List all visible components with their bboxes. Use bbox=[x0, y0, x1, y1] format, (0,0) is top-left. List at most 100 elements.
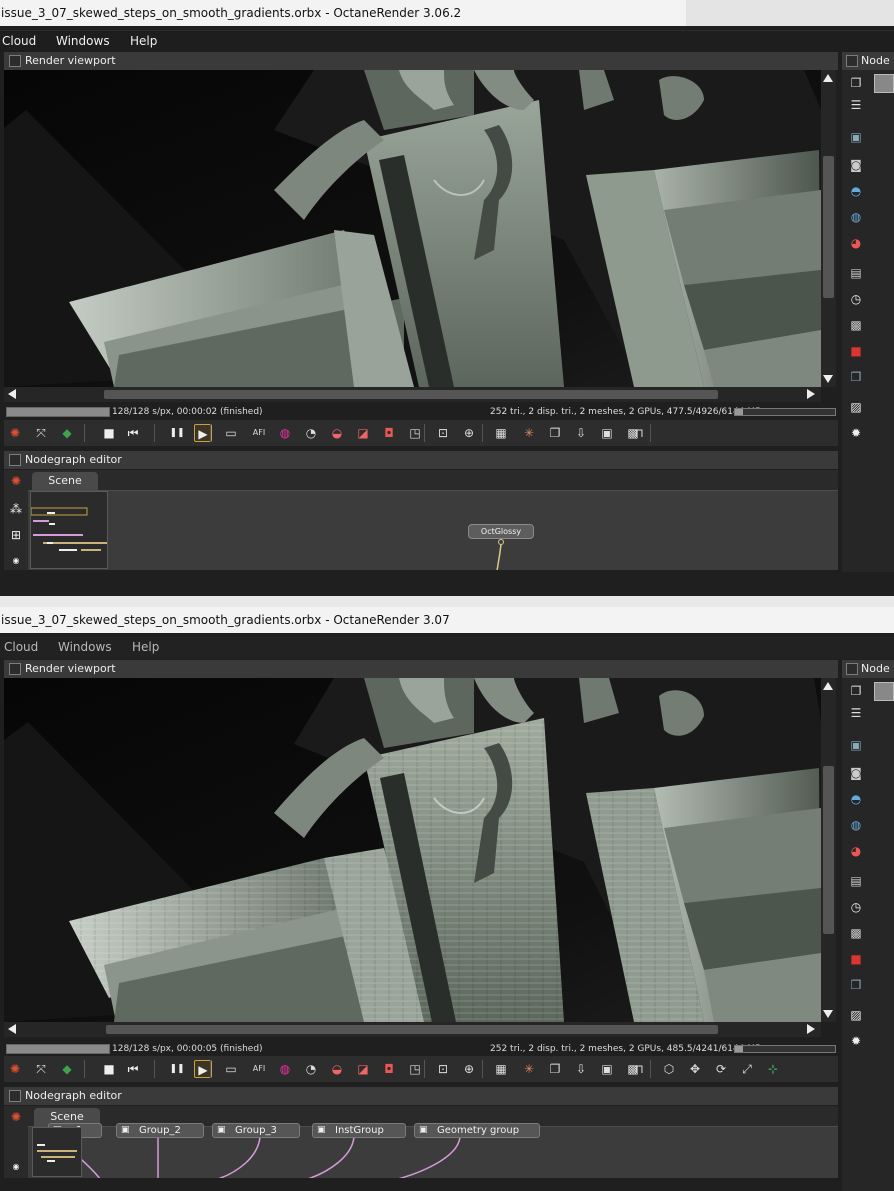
clay-mode-icon[interactable]: ✳ bbox=[520, 1060, 538, 1078]
export-icon[interactable]: ▣ bbox=[598, 424, 616, 442]
render-viewport[interactable] bbox=[4, 70, 821, 387]
material-picker-icon[interactable]: ◔ bbox=[302, 1060, 320, 1078]
node-octglossy[interactable]: OctGlossy bbox=[468, 524, 534, 539]
selected-preview-thumb[interactable] bbox=[874, 74, 894, 93]
move-icon[interactable]: ✥ bbox=[686, 1060, 704, 1078]
picture-icon[interactable]: ▨ bbox=[847, 398, 865, 416]
panel-toggle-checkbox[interactable] bbox=[846, 663, 858, 675]
color-cube-icon[interactable]: ◆ bbox=[58, 1060, 76, 1078]
list-icon[interactable]: ☰ bbox=[847, 704, 865, 722]
group-node-2[interactable]: ▣ Group_2 bbox=[116, 1123, 204, 1138]
object-picker-icon[interactable]: ◪ bbox=[354, 1060, 372, 1078]
scroll-left-arrow[interactable] bbox=[8, 389, 16, 399]
scroll-thumb[interactable] bbox=[823, 766, 834, 934]
panel-toggle-checkbox[interactable] bbox=[9, 663, 21, 675]
fit-view-icon[interactable]: ⤧ bbox=[32, 424, 50, 442]
scroll-right-arrow[interactable] bbox=[807, 1024, 815, 1034]
rotate-icon[interactable]: ⟳ bbox=[712, 1060, 730, 1078]
box-gizmo-icon[interactable]: ⬡ bbox=[660, 1060, 678, 1078]
globe-icon[interactable]: ◍ bbox=[847, 816, 865, 834]
environment-icon[interactable]: ◓ bbox=[847, 790, 865, 808]
scroll-up-arrow[interactable] bbox=[823, 682, 833, 690]
object-picker-icon[interactable]: ◪ bbox=[354, 424, 372, 442]
camera-icon[interactable]: ◙ bbox=[847, 156, 865, 174]
scroll-left-arrow[interactable] bbox=[8, 1024, 16, 1034]
globe-icon[interactable]: ◍ bbox=[847, 208, 865, 226]
light-icon[interactable]: ✹ bbox=[847, 1032, 865, 1050]
region-render-icon[interactable]: ◳ bbox=[406, 424, 424, 442]
checker-icon[interactable]: ▦ bbox=[492, 1060, 510, 1078]
material-icon[interactable]: ◕ bbox=[847, 234, 865, 252]
viewport-vertical-scrollbar[interactable] bbox=[821, 70, 836, 387]
scroll-down-arrow[interactable] bbox=[823, 375, 833, 383]
scroll-thumb[interactable] bbox=[104, 390, 718, 399]
clock-icon[interactable]: ◷ bbox=[847, 290, 865, 308]
image-icon[interactable]: ▣ bbox=[847, 736, 865, 754]
menu-cloud[interactable]: Cloud bbox=[4, 640, 38, 654]
lock-icon[interactable]: ⊓ bbox=[630, 1060, 648, 1078]
focus-picker-icon[interactable]: ◒ bbox=[328, 1060, 346, 1078]
copy-icon[interactable]: ❐ bbox=[546, 1060, 564, 1078]
copy-icon[interactable]: ❐ bbox=[546, 424, 564, 442]
lock-icon[interactable]: ⊓ bbox=[630, 424, 648, 442]
pause-icon[interactable]: ❚❚ bbox=[168, 424, 186, 442]
pin-icon[interactable]: ◉ bbox=[7, 1158, 25, 1176]
clock-icon[interactable]: ◷ bbox=[847, 898, 865, 916]
afi-icon[interactable]: AFI bbox=[250, 1060, 268, 1078]
fit-view-icon[interactable]: ⤧ bbox=[32, 1060, 50, 1078]
scale-icon[interactable]: ⤢ bbox=[738, 1060, 756, 1078]
color-wheel-icon[interactable]: ◍ bbox=[276, 424, 294, 442]
stack-icon[interactable]: ❒ bbox=[847, 368, 865, 386]
material-picker-icon[interactable]: ◔ bbox=[302, 424, 320, 442]
film-region-icon[interactable]: ⊡ bbox=[434, 1060, 452, 1078]
image-icon[interactable]: ▣ bbox=[847, 128, 865, 146]
rewind-icon[interactable]: ⏮ bbox=[124, 424, 142, 442]
film-icon[interactable]: ▤ bbox=[847, 872, 865, 890]
camera-target-icon[interactable]: ◘ bbox=[380, 1060, 398, 1078]
save-icon[interactable]: ⇩ bbox=[572, 1060, 590, 1078]
picture-icon[interactable]: ▨ bbox=[847, 1006, 865, 1024]
texture-icon[interactable]: ▩ bbox=[847, 316, 865, 334]
nodegraph-minimap[interactable] bbox=[32, 1127, 82, 1177]
viewport-horizontal-scrollbar[interactable] bbox=[4, 387, 821, 402]
checker-icon[interactable]: ▦ bbox=[492, 424, 510, 442]
instgroup-node[interactable]: ▣ InstGroup bbox=[312, 1123, 406, 1138]
octane-logo-icon[interactable]: ✺ bbox=[6, 1060, 24, 1078]
stack-icon[interactable]: ❒ bbox=[847, 976, 865, 994]
color-cube-icon[interactable]: ◆ bbox=[58, 424, 76, 442]
environment-icon[interactable]: ◓ bbox=[847, 182, 865, 200]
panel-toggle-checkbox[interactable] bbox=[9, 1090, 21, 1102]
film-region-icon[interactable]: ⊡ bbox=[434, 424, 452, 442]
tab-scene[interactable]: Scene bbox=[32, 472, 98, 490]
stop-icon[interactable]: ■ bbox=[100, 1060, 118, 1078]
save-icon[interactable]: ⇩ bbox=[572, 424, 590, 442]
panel-toggle-checkbox[interactable] bbox=[9, 55, 21, 67]
panel-toggle-checkbox[interactable] bbox=[846, 55, 858, 67]
nodegraph-canvas[interactable]: ▣ _1 ▣ Group_2 ▣ Group_3 ▣ InstGroup ▣ G… bbox=[28, 1123, 838, 1178]
zoom-icon[interactable]: ⊕ bbox=[460, 1060, 478, 1078]
cube-icon[interactable]: ■ bbox=[847, 342, 865, 360]
display-icon[interactable]: ▭ bbox=[222, 1060, 240, 1078]
menu-help[interactable]: Help bbox=[130, 34, 157, 48]
afi-icon[interactable]: AFI bbox=[250, 424, 268, 442]
film-icon[interactable]: ▤ bbox=[847, 264, 865, 282]
color-wheel-icon[interactable]: ◍ bbox=[276, 1060, 294, 1078]
menu-help[interactable]: Help bbox=[132, 640, 159, 654]
light-icon[interactable]: ✹ bbox=[847, 424, 865, 442]
layers-icon[interactable]: ❐ bbox=[847, 682, 865, 700]
menu-windows[interactable]: Windows bbox=[56, 34, 110, 48]
scroll-up-arrow[interactable] bbox=[823, 74, 833, 82]
viewport-horizontal-scrollbar[interactable] bbox=[4, 1022, 821, 1037]
cube-icon[interactable]: ■ bbox=[847, 950, 865, 968]
export-icon[interactable]: ▣ bbox=[598, 1060, 616, 1078]
focus-picker-icon[interactable]: ◒ bbox=[328, 424, 346, 442]
region-render-icon[interactable]: ◳ bbox=[406, 1060, 424, 1078]
scroll-down-arrow[interactable] bbox=[823, 1010, 833, 1018]
fit-nodes-icon[interactable]: ⁂ bbox=[7, 500, 25, 518]
selected-preview-thumb[interactable] bbox=[874, 682, 894, 701]
nodegraph-minimap[interactable] bbox=[30, 491, 108, 569]
menu-cloud[interactable]: Cloud bbox=[2, 34, 36, 48]
octane-logo-icon[interactable]: ✺ bbox=[6, 424, 24, 442]
viewport-vertical-scrollbar[interactable] bbox=[821, 678, 836, 1022]
pause-icon[interactable]: ❚❚ bbox=[168, 1060, 186, 1078]
